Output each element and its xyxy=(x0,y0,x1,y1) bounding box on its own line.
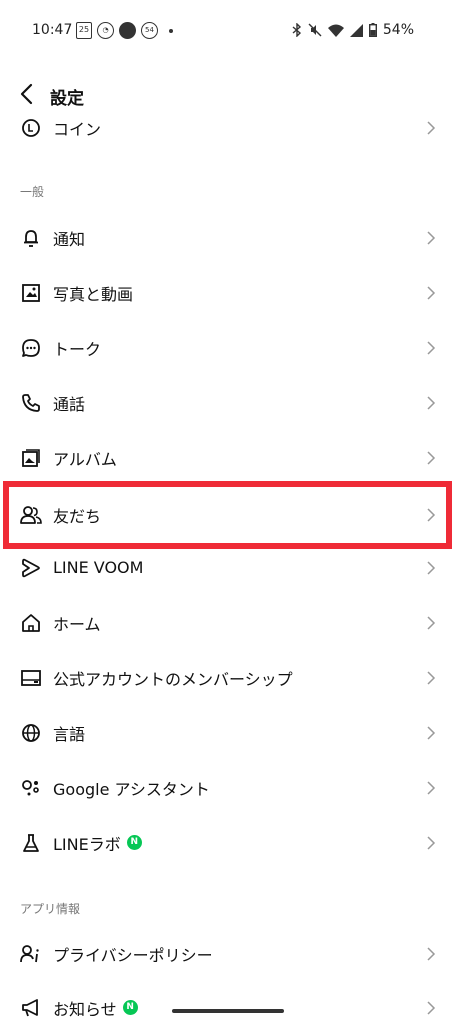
settings-item-coin[interactable]: コイン xyxy=(0,100,456,155)
settings-item-label: アルバム xyxy=(53,449,117,469)
chevron-right-icon xyxy=(427,670,436,685)
chevron-right-icon xyxy=(427,946,436,961)
home-icon xyxy=(20,612,42,634)
membership-card-icon xyxy=(20,667,42,689)
chevron-right-icon xyxy=(427,450,436,465)
chevron-right-icon xyxy=(427,285,436,300)
bluetooth-icon xyxy=(292,23,301,37)
calendar-icon: 25 xyxy=(76,22,92,39)
chevron-right-icon xyxy=(427,835,436,850)
settings-item-label: 通話 xyxy=(53,394,86,414)
section-header-app-info: アプリ情報 xyxy=(20,902,81,916)
privacy-icon xyxy=(20,943,42,965)
chevron-right-icon xyxy=(427,230,436,245)
megaphone-icon xyxy=(20,997,42,1019)
new-badge: N xyxy=(122,1000,138,1015)
chevron-right-icon xyxy=(427,780,436,795)
status-time: 10:47 xyxy=(32,22,73,38)
settings-item-calls[interactable]: 通話 xyxy=(0,375,456,430)
gesture-home-indicator[interactable] xyxy=(172,1009,284,1013)
more-notifications-icon xyxy=(169,28,173,33)
new-badge: N xyxy=(126,835,142,850)
coin-icon xyxy=(20,117,42,139)
battery-icon xyxy=(368,23,377,37)
settings-item-label: お知らせ N xyxy=(53,996,138,1020)
highlight-box xyxy=(3,481,452,549)
phone-icon xyxy=(20,392,42,414)
status-system-icons: 54% xyxy=(292,22,414,38)
settings-item-label: 言語 xyxy=(53,724,86,744)
assistant-icon xyxy=(20,777,42,799)
flask-icon xyxy=(20,832,42,854)
status-notification-icons: 25 ◔ 54 xyxy=(76,22,173,39)
globe-icon xyxy=(20,722,42,744)
settings-item-announcements[interactable]: お知らせ N xyxy=(0,980,456,1024)
settings-item-label: ホーム xyxy=(53,614,101,634)
settings-item-notifications[interactable]: 通知 xyxy=(0,210,456,265)
record-icon xyxy=(119,22,136,39)
chevron-right-icon xyxy=(427,395,436,410)
settings-item-language[interactable]: 言語 xyxy=(0,705,456,760)
signal-icon xyxy=(349,23,363,37)
chevron-right-icon xyxy=(427,1000,436,1015)
settings-item-label: LINEラボ N xyxy=(53,831,142,855)
counter-icon: 54 xyxy=(141,22,158,39)
image-icon xyxy=(20,282,42,304)
settings-item-talk[interactable]: トーク xyxy=(0,320,456,375)
settings-item-privacy-policy[interactable]: プライバシーポリシー xyxy=(0,926,456,981)
timer-icon: ◔ xyxy=(97,22,114,39)
chevron-right-icon xyxy=(427,615,436,630)
album-icon xyxy=(20,447,42,469)
settings-item-album[interactable]: アルバム xyxy=(0,430,456,485)
settings-item-label: Google アシスタント xyxy=(53,779,210,799)
settings-item-home[interactable]: ホーム xyxy=(0,595,456,650)
settings-item-label: 写真と動画 xyxy=(53,284,134,304)
section-header-general: 一般 xyxy=(20,185,45,199)
settings-item-label-text: LINEラボ xyxy=(53,834,121,854)
settings-item-line-labs[interactable]: LINEラボ N xyxy=(0,815,456,870)
settings-item-label: LINE VOOM xyxy=(53,558,144,577)
bell-icon xyxy=(20,227,42,249)
voom-icon xyxy=(20,557,42,579)
settings-item-label-text: お知らせ xyxy=(53,999,117,1019)
settings-item-photos-videos[interactable]: 写真と動画 xyxy=(0,265,456,320)
settings-item-label: コイン xyxy=(53,119,102,139)
chat-bubble-icon xyxy=(20,337,42,359)
settings-item-official-account-membership[interactable]: 公式アカウントのメンバーシップ xyxy=(0,650,456,705)
wifi-icon xyxy=(327,24,344,37)
chevron-right-icon xyxy=(427,340,436,355)
battery-percent: 54% xyxy=(382,22,414,38)
status-bar: 10:47 25 ◔ 54 54% xyxy=(0,0,456,64)
chevron-right-icon xyxy=(427,725,436,740)
chevron-right-icon xyxy=(427,560,436,575)
settings-item-label: 公式アカウントのメンバーシップ xyxy=(53,669,293,689)
settings-item-label: 通知 xyxy=(53,229,86,249)
settings-item-label: プライバシーポリシー xyxy=(53,945,213,965)
chevron-right-icon xyxy=(427,120,436,135)
mute-icon xyxy=(308,23,322,37)
settings-item-google-assistant[interactable]: Google アシスタント xyxy=(0,760,456,815)
settings-item-label: トーク xyxy=(53,339,102,359)
